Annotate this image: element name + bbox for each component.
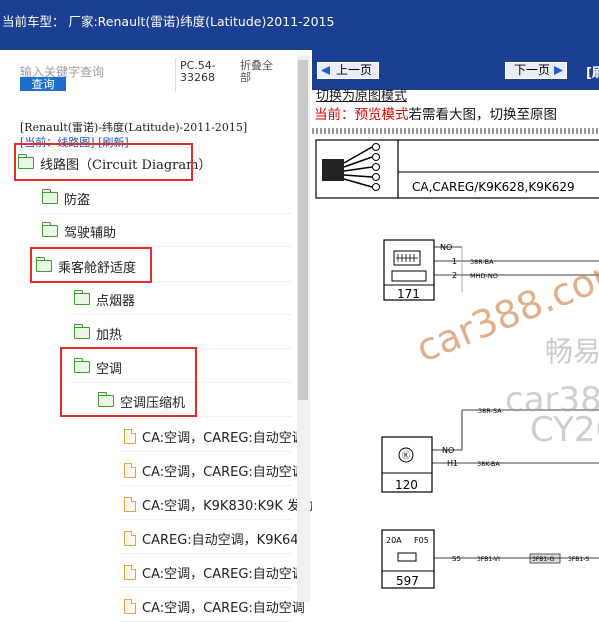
document-icon [124,462,136,478]
row-separator [120,451,292,452]
folder-icon [41,222,58,237]
wire-label: 1 [452,257,457,266]
tree-doc-item[interactable]: CA:空调，CAREG:自动空调 [124,593,305,619]
next-page-label: 下一页 [514,63,551,77]
wire-label: 38R-SA [478,407,502,415]
wire-label: 38R-BA [470,258,494,266]
wire-label: NO [440,243,452,252]
wire-label: 38K-BA [477,460,500,468]
wire-label: 3FB1-G [532,556,555,563]
row-separator [70,314,292,315]
document-icon [124,530,136,546]
diagram-header-text: CA,CAREG/K9K628,K9K629 [412,180,575,194]
folder-icon [73,290,90,305]
connector-icon [322,143,380,191]
wire-label: S5 [452,555,461,563]
tree-item-label: CAREG:自动空调，K9K648 [142,532,307,548]
wire-label: 2 [452,271,457,280]
document-icon [124,428,136,444]
tree-doc-item[interactable]: CA:空调，CAREG:自动空调 [124,559,305,585]
next-page-button[interactable]: 下一页 [505,62,568,79]
tree-item-label: CA:空调，CAREG:自动空调 [142,430,305,446]
highlight-box [60,347,197,417]
tree-item-label: 加热 [96,327,123,343]
arrow-right-icon [554,66,564,75]
tree-doc-item[interactable]: CA:空调，CAREG:自动空调 [124,423,305,449]
tree-item-label: CA:空调，CAREG:自动空调 [142,600,305,616]
mode-hint: 若需看大图，切换至原图 [408,107,558,123]
tree-doc-item[interactable]: CA:空调，K9K830:K9K 发动机 [124,491,326,517]
row-separator [120,587,292,588]
document-icon [124,598,136,614]
arrow-left-icon [321,66,330,75]
switch-mode-link[interactable]: 切换为原图模式 [316,85,407,104]
prev-page-label: 上一页 [336,63,373,77]
pc-code: PC.54-33268 [180,59,216,84]
mode-status: 当前：预览模式若需看大图，切换至原图 [314,103,557,123]
tree-item-label: 点烟器 [96,293,136,309]
document-icon [124,496,136,512]
tree-item-label: 防盗 [64,192,91,208]
component-171[interactable]: 171 NO 1 38R-BA 2 MHD-NO [383,239,599,301]
divider [175,58,176,92]
mode-current: 当前：预览模式 [314,107,409,123]
wire-label: MHD-NO [470,272,498,280]
fuse-rating: 20A [386,536,402,545]
tree-folder-item[interactable]: 点烟器 [73,286,136,312]
vehicle-breadcrumb: [Renault(雷诺)-纬度(Latitude)-2011-2015] [20,121,248,134]
tree-item-label: 驾驶辅助 [64,225,117,241]
component-120-number: 120 [395,478,418,492]
tree-item-label: CA:空调，CAREG:自动空调 [142,464,305,480]
tree-doc-item[interactable]: CA:空调，CAREG:自动空调 [124,457,305,483]
tree-item-label: CA:空调，CAREG:自动空调 [142,566,305,582]
folder-icon [73,324,90,339]
scrollbar-thumb[interactable] [298,60,308,400]
vehicle-title: 当前车型： 厂家:Renault(雷诺)纬度(Latitude)2011-201… [2,14,335,29]
component-171-number: 171 [397,287,420,301]
title-bar: 当前车型： 厂家:Renault(雷诺)纬度(Latitude)2011-201… [0,0,599,50]
row-separator [120,519,292,520]
row-separator [120,553,292,554]
svg-text:Ⓚ: Ⓚ [402,451,410,460]
tree-doc-item[interactable]: CAREG:自动空调，K9K648 [124,525,307,551]
collapse-all-button[interactable]: 折叠全部 [240,60,274,84]
search-button[interactable]: 查询 [20,77,66,91]
tree-folder-item[interactable]: 驾驶辅助 [41,218,117,244]
tree-folder-item[interactable]: 防盗 [41,185,91,211]
highlight-box [14,143,193,181]
wire-label: 3FB1-S [568,556,589,563]
prev-page-button[interactable]: 上一页 [317,62,380,79]
row-separator [38,213,292,214]
row-separator [120,485,292,486]
component-120[interactable]: Ⓚ 120 NO H1 38K-BA 38R-SA [381,407,599,493]
component-597-number: 597 [396,574,419,588]
tree-folder-item[interactable]: 加热 [73,320,123,346]
document-icon [124,564,136,580]
wiring-diagram[interactable]: CA,CAREG/K9K628,K9K629 171 NO 1 38R-BA 2… [312,135,599,602]
component-597[interactable]: 20A F05 597 S5 3FB1-VI 3FB1-G 3FB1-S [381,529,599,589]
refresh-link[interactable]: [刷 [586,62,599,81]
diagram-border [312,128,599,134]
highlight-box [30,247,152,283]
wire-label: H1 [447,459,458,468]
wire-label: 3FB1-VI [477,556,500,563]
folder-icon [41,189,58,204]
wire-label: NO [442,446,454,455]
fuse-id: F05 [414,536,429,545]
